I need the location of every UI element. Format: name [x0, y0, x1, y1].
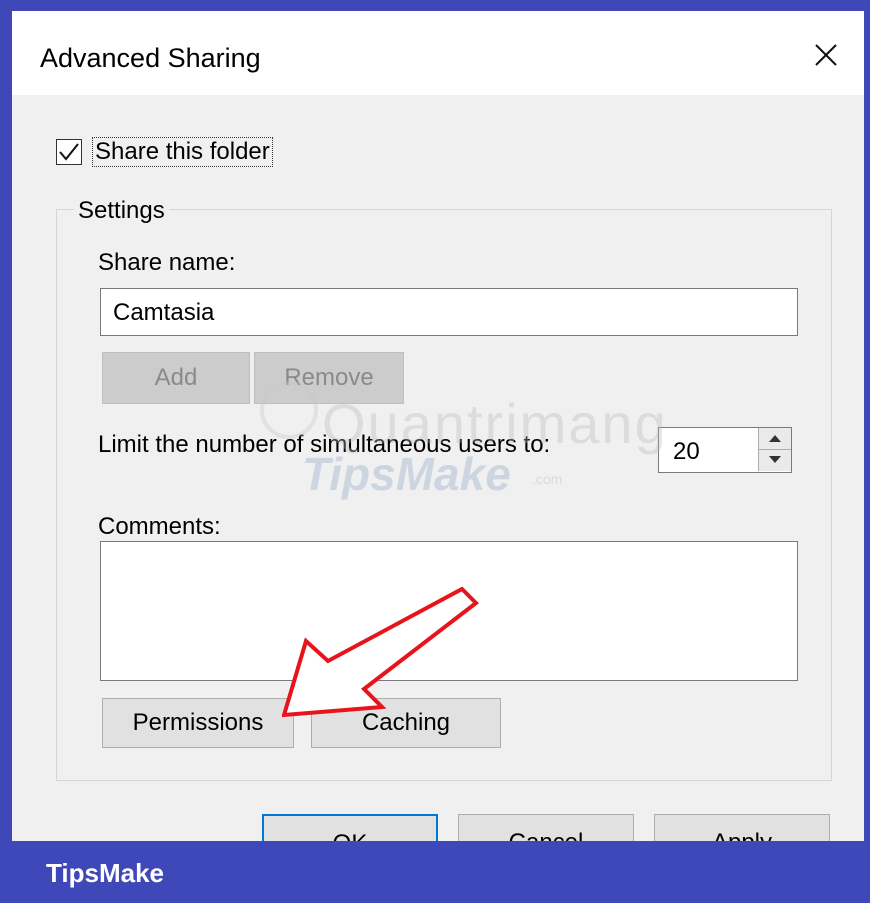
- share-folder-checkbox[interactable]: [56, 139, 82, 165]
- checkmark-icon: [59, 143, 79, 161]
- comments-label: Comments:: [98, 513, 221, 540]
- title-bar: Advanced Sharing: [12, 11, 864, 95]
- permissions-button[interactable]: Permissions: [102, 698, 294, 748]
- apply-button[interactable]: Apply: [654, 814, 830, 841]
- share-name-value: Camtasia: [113, 299, 215, 326]
- remove-button[interactable]: Remove: [254, 352, 404, 404]
- frame-border-left: [0, 0, 12, 903]
- footer-brand-text: TipsMake: [46, 858, 165, 888]
- share-folder-label[interactable]: Share this folder: [92, 137, 273, 167]
- footer-banner: TipsMake: [0, 841, 870, 903]
- frame-border-top: [0, 0, 870, 11]
- share-name-input[interactable]: Camtasia: [100, 288, 798, 336]
- ok-button[interactable]: OK: [262, 814, 438, 841]
- spin-up-icon[interactable]: [759, 428, 791, 450]
- spin-buttons: [758, 428, 791, 471]
- close-button[interactable]: [806, 35, 846, 75]
- limit-users-label: Limit the number of simultaneous users t…: [98, 431, 551, 458]
- spin-down-icon[interactable]: [759, 450, 791, 471]
- settings-legend: Settings: [74, 197, 169, 225]
- share-name-label: Share name:: [98, 249, 236, 276]
- limit-users-value: 20: [673, 438, 700, 465]
- red-arrow-icon: [282, 586, 480, 718]
- advanced-sharing-dialog: Advanced Sharing Share this folder Setti…: [12, 11, 864, 841]
- cancel-button[interactable]: Cancel: [458, 814, 634, 841]
- dialog-title: Advanced Sharing: [40, 43, 261, 73]
- add-button[interactable]: Add: [102, 352, 250, 404]
- frame-border-right: [864, 0, 870, 903]
- limit-users-spinbox[interactable]: 20: [658, 427, 792, 473]
- close-icon: [815, 44, 837, 66]
